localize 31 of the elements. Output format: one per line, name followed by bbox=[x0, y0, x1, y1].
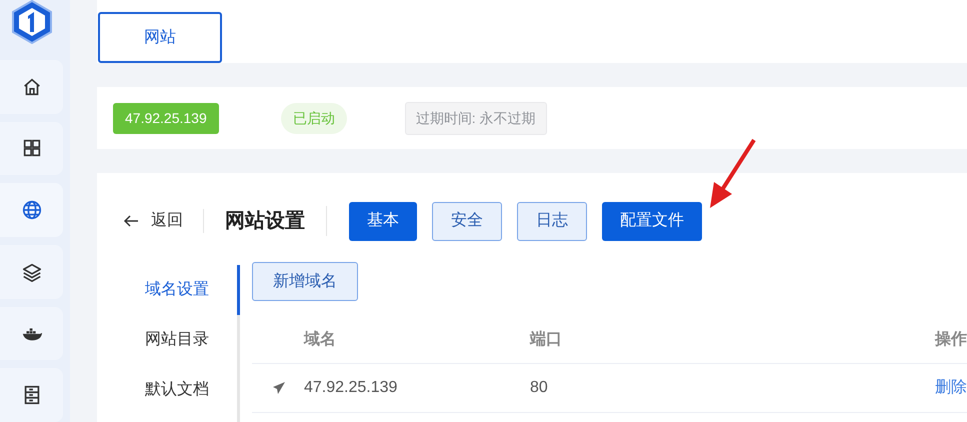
tab[interactable]: 基本 bbox=[349, 202, 417, 240]
add-domain-button[interactable]: 新增域名 bbox=[252, 262, 358, 301]
column-header: 操作 bbox=[934, 330, 967, 350]
sidebar-item[interactable] bbox=[0, 244, 63, 299]
delete-link[interactable]: 删除 bbox=[935, 376, 967, 400]
sidebar-item[interactable] bbox=[0, 183, 63, 237]
send-icon bbox=[272, 381, 286, 395]
page-title: 网站设置 bbox=[204, 206, 327, 236]
back-arrow-icon bbox=[123, 214, 139, 228]
logo-icon bbox=[10, 0, 52, 44]
menu-item[interactable]: 网站目录 bbox=[123, 315, 240, 365]
menu-item[interactable]: 域名设置 bbox=[123, 265, 240, 315]
sidebar-item[interactable] bbox=[0, 60, 63, 114]
column-header: 端口 bbox=[530, 330, 563, 350]
tab[interactable]: 安全 bbox=[432, 202, 502, 240]
sidebar-item[interactable] bbox=[0, 368, 63, 422]
menu-item[interactable]: 默认文档 bbox=[123, 365, 240, 415]
expiry-tag: 过期时间: 永不过期 bbox=[404, 102, 547, 134]
tab[interactable]: 网站 bbox=[98, 12, 222, 63]
table-cell-text: 80 bbox=[530, 378, 549, 398]
tab[interactable]: 配置文件 bbox=[602, 202, 702, 240]
status-badge: 已启动 bbox=[280, 102, 347, 134]
annotation-arrow bbox=[708, 138, 758, 210]
ip-badge: 47.92.25.139 bbox=[113, 102, 219, 134]
tab[interactable]: 日志 bbox=[517, 202, 587, 240]
column-header: 域名 bbox=[302, 330, 337, 350]
globe-icon bbox=[20, 199, 42, 222]
sidebar-item[interactable] bbox=[0, 122, 63, 176]
back-button[interactable]: 返回 bbox=[123, 209, 204, 233]
sidebar-item[interactable] bbox=[0, 306, 63, 360]
table-cell-text: 47.92.25.139 bbox=[304, 378, 398, 398]
